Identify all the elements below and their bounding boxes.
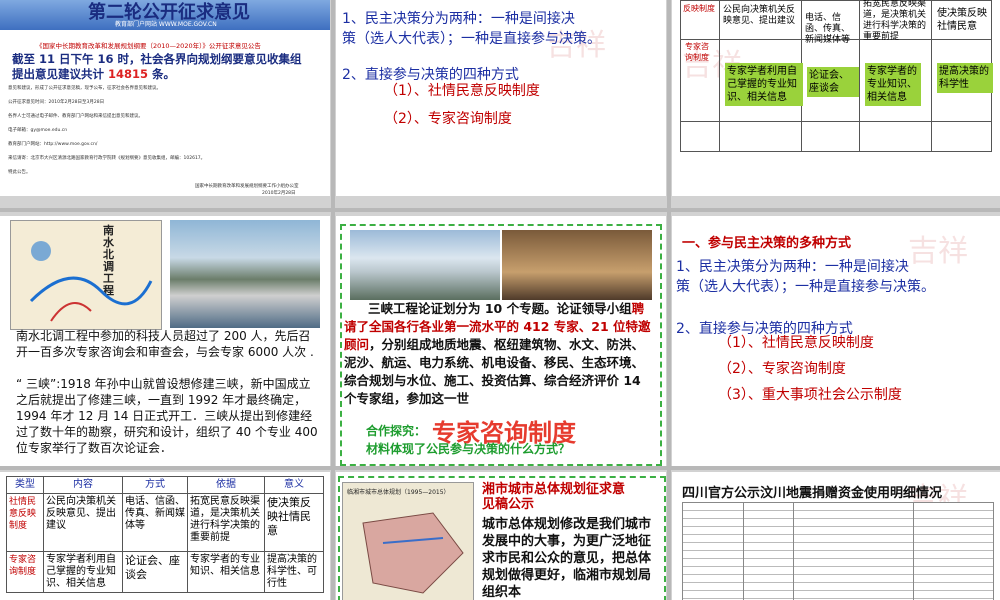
cell-highlight: 专家学者的专业知识、相关信息 [865,63,921,106]
slide-6[interactable]: 吉祥 一、参与民主决策的多种方式 1、民主决策分为两种：一种是间接决 策（选人大… [672,216,1000,466]
paragraph: 三峡工程论证划分为 10 个专题。论证领导小组聘请了全国各行各业第一流水平的 4… [344,300,656,408]
table-cell: 提高决策的科学性、可行性 [264,551,324,593]
notice-line: 意见和建议，形成了公开征求意见稿，现予公布，征求社会各界意见和建议。 [8,86,161,91]
type-label-2: 专家咨询制度 [685,42,709,62]
notice-line: 教育部门户网站：http://www.moe.gov.cn/ [8,142,98,147]
question: 材料体现了公民参与决策的什么方式？ [366,442,571,456]
map-icon [29,241,153,322]
table-cell: 电话、信函、传真、新闻媒体等 [122,493,188,552]
slide-5[interactable]: 三峡工程论证划分为 10 个专题。论证领导小组聘请了全国各行各业第一流水平的 4… [336,216,666,466]
cell-highlight: 专家学者利用自己掌握的专业知识、相关信息 [725,63,803,106]
table-header: 意义 [264,476,324,494]
slide-1[interactable]: 第二轮公开征求意见 教育部门户网站 WWW.MOE.GOV.CN 《国家中长期教… [0,0,330,196]
type-label-1: 反映制度 [683,4,715,13]
notice-line: 特此公告。 [8,170,31,175]
cell: 公民向决策机关反映意见、提出建议 [723,5,796,26]
grid-divider [667,0,671,600]
method-1: （1）、社情民意反映制度 [384,83,540,99]
notice-signature: 国家中长期教育改革和发展规划纲要工作小组办公室 [195,184,299,189]
table-header-row: 类型 内容 方式 依据 意义 [6,476,324,494]
notice-line: 电子邮箱：gy@moe.edu.cn [8,128,68,133]
para-text: 三峡工程论证划分为 10 个专题。论证领导小组 [368,301,632,316]
highlight-line-2: 提出意见建议共计 14815 条。 [12,66,175,82]
highlight-text: 提出意见建议共计 [12,67,109,81]
table-cell: 社情民意反映制度 [6,493,44,552]
coop-label: 合作探究： [366,424,427,438]
highlight-line-1: 截至 11 日下午 16 时，社会各界向规划纲要意见收集组 [12,52,302,66]
table-cell: 使决策反映社情民意 [264,493,324,552]
point-1-line-b: 策（选人大代表）；一种是直接参与决策。 [676,279,935,295]
para-text: ，分别组成地质地震、枢纽建筑物、水文、防洪、泥沙、航运、电力系统、机电设备、移民… [344,337,645,406]
table-row: 社情民意反映制度 公民向决策机关反映意见、提出建议 电话、信函、传真、新闻媒体等… [6,493,324,552]
notice-body: 意见和建议，形成了公开征求意见稿，现予公布，征求社会各界意见和建议。 公开征求意… [8,82,328,180]
table-cell: 专家学者的专业知识、相关信息 [187,551,265,593]
table-header: 类型 [6,476,44,494]
table-cell: 专家学者利用自己掌握的专业知识、相关信息 [43,551,123,593]
donation-table-image [682,502,994,600]
notice-line: 来信请寄：北京市大兴区清源北路国家教育行政学院转《规划纲要》意见收集组，邮编：1… [8,156,206,161]
dam-photo [170,220,320,328]
cell-highlight: 论证会、座谈会 [807,67,859,97]
cell: 电话、信函、传真、新闻媒体等 [805,13,851,45]
banner-url: 教育部门户网站 WWW.MOE.GOV.CN [115,21,217,28]
slide-8[interactable]: 临湘市城市总体规划（1995—2015） 湘市城市总体规划征求意见稿公示 城市总… [336,472,666,600]
grid-divider [331,0,335,600]
table-cell: 拓宽民意反映渠道，是决策机关进行科学决策的重要前提 [187,493,265,552]
paragraph-2: “ 三峡”:1918 年孙中山就曾设想修建三峡，新中国成立之后就提出了修建三峡，… [16,377,318,455]
notice-line: 各界人士可通过电子邮件、教育部门户网站和来信提出意见和建议。 [8,114,143,119]
notice-title: 湘市城市总体规划征求意见稿公示 [482,482,626,512]
slide-7[interactable]: 类型 内容 方式 依据 意义 社情民意反映制度 公民向决策机关反映意见、提出建议… [0,472,330,600]
notice-date: 2010年2月28日 [262,191,296,196]
method-3: （3）、重大事项社会公示制度 [718,387,902,403]
table-fragment: 反映制度 公民向决策机关反映意见、提出建议 电话、信函、传真、新闻媒体等 拓宽民… [680,0,993,152]
cell: 使决策反映社情民意 [937,8,987,32]
watermark: 吉祥 [908,234,968,269]
water-diversion-map: 南水北调工程 [10,220,162,330]
point-1-line-b: 策（选人大代表）；一种是直接参与决策。 [342,31,601,47]
section-heading: 一、参与民主决策的多种方式 [682,236,852,251]
table-header: 依据 [187,476,265,494]
city-plan-map: 临湘市城市总体规划（1995—2015） [342,482,474,600]
meeting-photo [502,230,652,300]
point-1-line-a: 1、民主决策分为两种：一种是间接决 [676,259,909,275]
paragraph-1: 南水北调工程中参加的科技人员超过了 200 人，先后召开一百多次专家咨询会和审查… [16,329,314,359]
table-row: 专家咨询制度 专家学者利用自己掌握的专业知识、相关信息 论证会、座谈会 专家学者… [6,551,324,593]
grid-divider [0,208,1000,212]
notice-body: 城市总体规划修改是我们城市发展中的大事，为更广泛地征求市民和公众的意见，把总体规… [482,517,652,600]
method-2: （2）、专家咨询制度 [384,111,512,127]
table-cell: 公民向决策机关反映意见、提出建议 [43,493,123,552]
doc-title: 《国家中长期教育改革和发展规划纲要（2010—2020年）》公开征求意见公告 [36,42,261,50]
point-1-line-a: 1、民主决策分为两种：一种是间接决 [342,11,575,27]
slide-3[interactable]: 吉祥 反映制度 公民向决策机关反映意见、提出建议 电话、信函、传真、新闻媒体等 … [672,0,1000,196]
cell: 拓宽民意反映渠道，是决策机关进行科学决策的重要前提 [863,0,927,42]
slide-4[interactable]: 南水北调工程 南水北调工程中参加的科技人员超过了 200 人，先后召开一百多次专… [0,216,330,466]
highlight-count: 14815 [108,67,149,81]
grid-divider [0,466,1000,470]
method-1: （1）、社情民意反映制度 [718,335,874,351]
method-2: （2）、专家咨询制度 [718,361,846,377]
table-header: 内容 [43,476,123,494]
notice-line: 公开征求意见时间：2010年2月28日至3月28日 [8,100,105,105]
slide-2[interactable]: 吉祥 1、民主决策分为两种：一种是间接决 策（选人大代表）；一种是直接参与决策。… [336,0,666,196]
highlight-suffix: 条。 [148,67,176,81]
map-icon [362,512,464,594]
table-cell: 专家咨询制度 [6,551,44,593]
table-cell: 论证会、座谈会 [122,551,188,593]
comparison-table: 类型 内容 方式 依据 意义 社情民意反映制度 公民向决策机关反映意见、提出建议… [6,476,324,593]
cell-highlight: 提高决策的科学性 [937,63,993,93]
dam-photo-1 [350,230,500,300]
slide-9[interactable]: 吉祥 四川官方公示汶川地震捐赠资金使用明细情况 [672,472,1000,600]
slide-title: 四川官方公示汶川地震捐赠资金使用明细情况 [682,486,943,501]
table-header: 方式 [122,476,188,494]
